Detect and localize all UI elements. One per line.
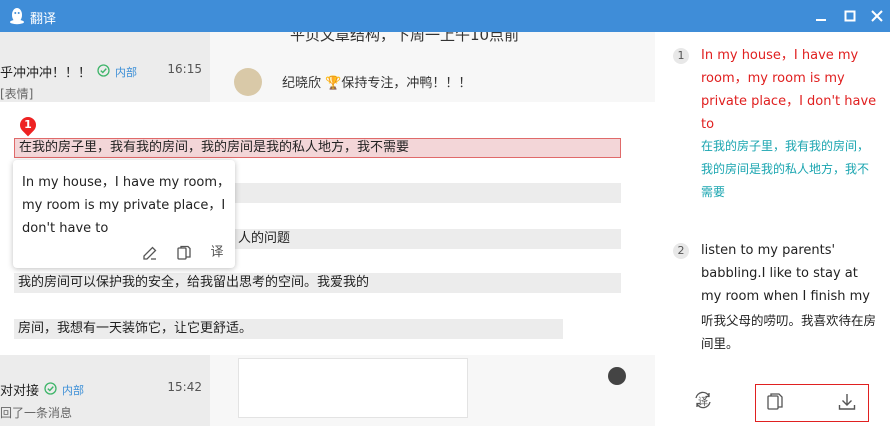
- verified-shield-icon: [44, 382, 57, 395]
- minimize-button[interactable]: [810, 6, 832, 26]
- emoji-icon[interactable]: [608, 367, 626, 385]
- result-index: 2: [673, 243, 689, 259]
- result-index: 1: [673, 48, 689, 64]
- qq-penguin-icon: [10, 8, 24, 25]
- translation-tooltip: In my house，I have my room，my room is my…: [13, 160, 235, 268]
- chat-item-partial: [0, 32, 4, 47]
- retranslate-button[interactable]: 译: [693, 390, 713, 410]
- chat-time: 15:42: [167, 380, 202, 394]
- avatar: [234, 68, 262, 96]
- source-paragraph-4[interactable]: 我的房间可以保护我的安全，给我留出思考的空间。我爱我的: [14, 273, 621, 293]
- translate-icon[interactable]: 译: [209, 245, 225, 261]
- chat-top-text: 平页文章结构，下周一上午10点前: [290, 32, 520, 44]
- chat-snippet: 纪晓欣 🏆保持专注，冲鸭！！！: [282, 76, 472, 91]
- window-title: 翻译: [30, 12, 57, 27]
- title-bar: 翻译: [0, 0, 890, 32]
- marker-number: 1: [24, 118, 32, 131]
- internal-tag: 内部: [115, 66, 137, 79]
- minimize-icon: [816, 19, 826, 21]
- result-chinese[interactable]: 听我父母的唠叨。我喜欢待在房间里。: [701, 309, 879, 355]
- maximize-icon: [844, 10, 856, 22]
- copy-icon[interactable]: [765, 392, 785, 412]
- verified-shield-icon: [97, 64, 110, 77]
- maximize-button[interactable]: [839, 6, 861, 26]
- paragraph-marker: 1: [16, 113, 40, 137]
- download-icon[interactable]: [837, 392, 857, 412]
- source-paragraph-1[interactable]: 在我的房子里，我有我的房间，我的房间是我的私人地方，我不需要: [14, 138, 621, 158]
- edit-icon[interactable]: [142, 245, 158, 261]
- translation-results-panel: 1 In my house，I have my room，my room is …: [655, 32, 890, 426]
- chat-image-card: [238, 358, 468, 418]
- close-button[interactable]: [866, 6, 888, 26]
- retranslate-label: 译: [698, 397, 708, 408]
- copy-icon[interactable]: [176, 245, 192, 261]
- internal-tag: 内部: [62, 384, 84, 397]
- tooltip-translation-text: In my house，I have my room，my room is my…: [22, 175, 231, 236]
- chat-preview: [表情]: [0, 87, 34, 101]
- chat-item-name: 对对接: [0, 384, 40, 399]
- result-english[interactable]: In my house，I have my room，my room is my…: [701, 44, 877, 136]
- result-english[interactable]: listen to my parents' babbling.I like to…: [701, 239, 877, 308]
- chat-item-name: 乎冲冲冲！！！: [0, 66, 92, 81]
- close-icon: [871, 10, 883, 22]
- chat-preview: 回了一条消息: [0, 406, 73, 420]
- result-chinese[interactable]: 在我的房子里，我有我的房间，我的房间是我的私人地方，我不需要: [701, 135, 879, 204]
- chat-time: 16:15: [167, 62, 202, 76]
- source-paragraph-5[interactable]: 房间，我想有一天装饰它，让它更舒适。: [14, 319, 563, 339]
